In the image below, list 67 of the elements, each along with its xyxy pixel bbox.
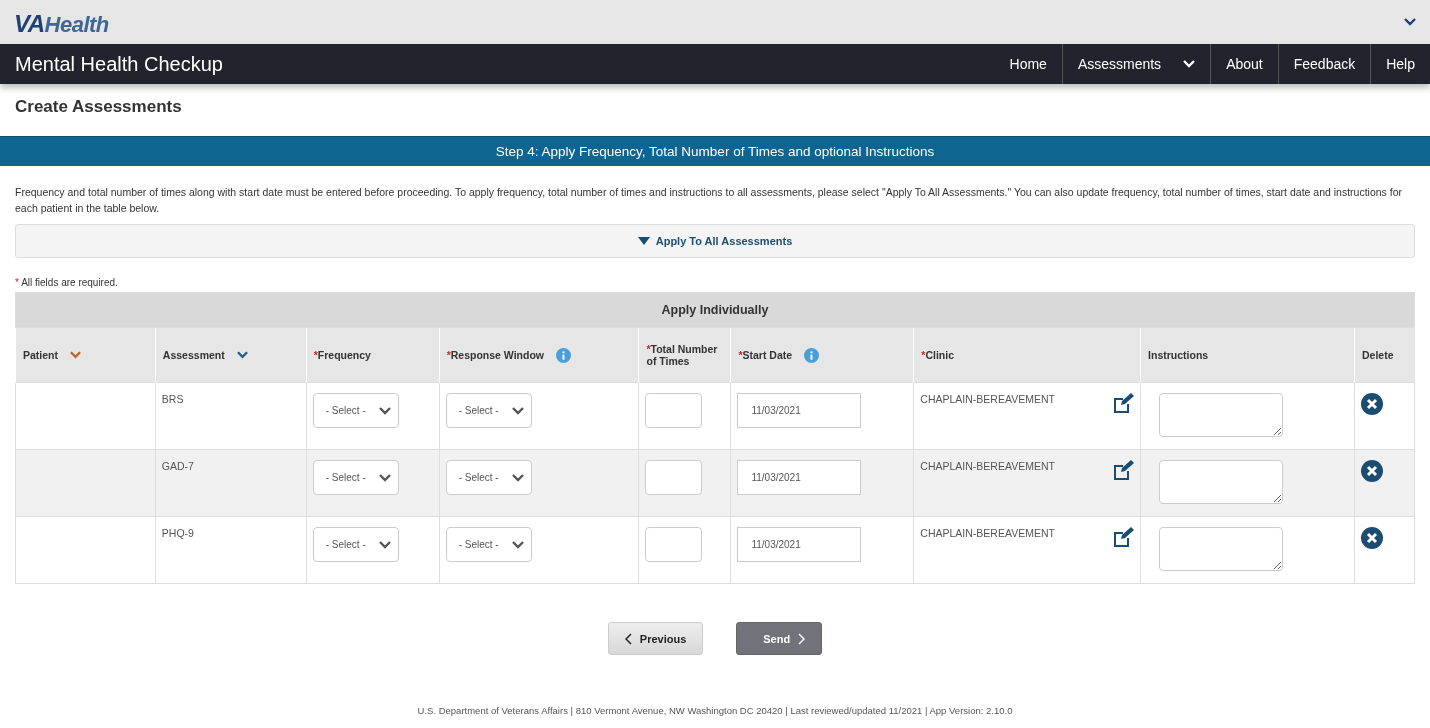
column-header: Assessment xyxy=(162,349,225,361)
dropdown-chevron-icon xyxy=(511,473,524,482)
instructions-field[interactable] xyxy=(1159,393,1284,437)
info-icon[interactable] xyxy=(556,347,571,363)
dropdown-chevron-icon xyxy=(378,540,391,549)
instructions-field[interactable] xyxy=(1159,527,1284,571)
chevron-left-icon xyxy=(624,632,632,645)
total-times-field[interactable] xyxy=(645,527,703,562)
start-date-field[interactable]: 11/03/2021 xyxy=(737,460,862,495)
dropdown-chevron-icon xyxy=(511,540,524,549)
start-date-field[interactable]: 11/03/2021 xyxy=(737,527,862,562)
response-window-select[interactable]: - Select - xyxy=(445,460,532,495)
column-header: *Total Number of Times xyxy=(646,343,718,367)
start-date-field[interactable]: 11/03/2021 xyxy=(737,393,862,428)
frequency-select[interactable]: - Select - xyxy=(312,393,399,428)
table-cell-text: CHAPLAIN-BEREAVEMENT xyxy=(920,393,1055,407)
column-header: *Response Window xyxy=(446,349,544,361)
table-cell: GAD-7 xyxy=(161,460,194,472)
previous-button[interactable]: Previous xyxy=(607,622,704,655)
sort-caret-icon[interactable] xyxy=(70,351,81,359)
table-cell-text: CHAPLAIN-BEREAVEMENT xyxy=(920,460,1055,474)
dropdown-chevron-icon xyxy=(511,406,524,415)
page-title: Create Assessments xyxy=(14,96,183,118)
frequency-select[interactable]: - Select - xyxy=(312,460,399,495)
instructions-text: Frequency and total number of times along with start date must be entered before proceeding. To apply frequency, total number of times and instructions to all assessments, please select "Apply To All Assessments." You can also update frequency, total number of times, start date and instructions for each patient in the table below. xyxy=(14,185,1404,216)
dropdown-chevron-icon xyxy=(378,406,391,415)
response-window-select[interactable]: - Select - xyxy=(445,393,532,428)
delete-icon[interactable] xyxy=(1360,393,1383,415)
caret-icon xyxy=(637,237,650,245)
required-note: * All fields are required. xyxy=(14,276,119,290)
nav-link[interactable]: Feedback xyxy=(1277,44,1371,84)
app-title: Mental Health Checkup xyxy=(14,52,223,76)
column-header: *Frequency xyxy=(313,349,371,361)
edit-icon[interactable] xyxy=(1112,393,1135,413)
column-header: Patient xyxy=(23,349,58,361)
step-banner: Step 4: Apply Frequency, Total Number of Times and optional Instructions xyxy=(0,136,1430,166)
dropdown-chevron-icon xyxy=(1183,60,1196,68)
total-times-field[interactable] xyxy=(645,460,703,495)
table-title: Apply Individually xyxy=(15,292,1415,328)
apply-all-toggle[interactable]: Apply To All Assessments xyxy=(15,224,1415,258)
column-header: Delete xyxy=(1361,349,1394,361)
table-cell-text: CHAPLAIN-BEREAVEMENT xyxy=(920,527,1055,541)
logo[interactable]: VAHealth xyxy=(14,6,109,38)
expand-chevron-icon xyxy=(1404,18,1416,26)
delete-icon[interactable] xyxy=(1360,460,1383,482)
total-times-field[interactable] xyxy=(645,393,703,428)
chevron-right-icon xyxy=(798,632,806,645)
response-window-select[interactable]: - Select - xyxy=(445,527,532,562)
edit-icon[interactable] xyxy=(1112,460,1135,480)
table-cell: PHQ-9 xyxy=(161,527,194,539)
sort-caret-icon[interactable] xyxy=(236,351,248,359)
delete-icon[interactable] xyxy=(1360,527,1383,549)
nav-link[interactable]: About xyxy=(1210,44,1278,84)
edit-icon[interactable] xyxy=(1112,527,1135,547)
column-header: Instructions xyxy=(1148,349,1209,361)
footer-text: U.S. Department of Veterans Affairs | 810 Vermont Avenue, NW Washington DC 20420 | Last reviewed/updated 11/2021 | App Version: 2.10.0 xyxy=(416,705,1014,716)
column-header: *Clinic xyxy=(921,349,954,361)
nav-link[interactable]: Help xyxy=(1370,44,1430,84)
nav-link[interactable]: Assessments xyxy=(1061,44,1211,84)
dropdown-chevron-icon xyxy=(378,473,391,482)
send-button[interactable]: Send xyxy=(736,622,823,655)
column-header: *Start Date xyxy=(738,349,793,361)
instructions-field[interactable] xyxy=(1159,460,1284,504)
info-icon[interactable] xyxy=(804,347,820,363)
nav-link[interactable]: Home xyxy=(994,44,1062,84)
table-cell: BRS xyxy=(161,393,184,405)
frequency-select[interactable]: - Select - xyxy=(312,527,399,562)
